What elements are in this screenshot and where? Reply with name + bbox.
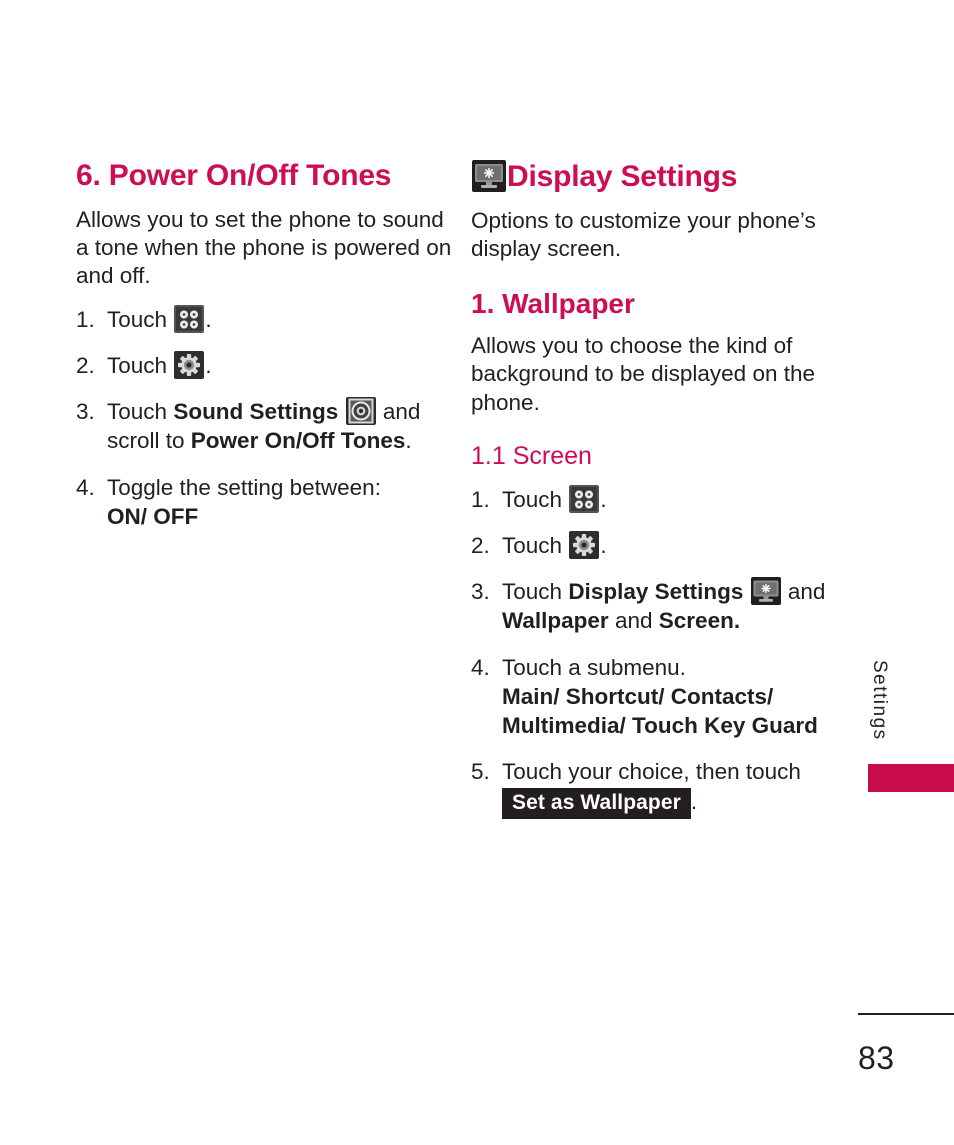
wallpaper-subheading: 1. Wallpaper <box>471 288 635 320</box>
left-intro-paragraph: Allows you to set the phone to sound a t… <box>76 206 452 289</box>
right-steps-list: 1. Touch . 2. Touch . 3. Touch Display S… <box>471 484 863 820</box>
right-section-heading-label: Display Settings <box>507 160 738 193</box>
right-step-2: 2. Touch . <box>471 530 863 560</box>
step-text: Touch <box>107 399 168 425</box>
step-number: 3. <box>471 579 490 605</box>
display-monitor-icon[interactable] <box>750 577 781 606</box>
step-bold-on-off: ON/ OFF <box>107 503 199 529</box>
page-number: 83 <box>858 1040 895 1076</box>
step-bold-sound-settings: Sound Settings <box>173 399 339 425</box>
step-number: 2. <box>471 532 490 558</box>
speaker-icon[interactable] <box>345 397 376 426</box>
right-step-5: 5. Touch your choice, then touch Set as … <box>471 757 863 820</box>
left-steps-list: 1. Touch . 2. Touch . 3. Touch Sound Set… <box>76 304 456 532</box>
step-text: Touch <box>107 352 168 378</box>
step-bold-display-settings: Display Settings <box>568 579 744 605</box>
step-text-after: . <box>600 532 607 558</box>
step-number: 4. <box>471 654 490 680</box>
left-step-1: 1. Touch . <box>76 304 456 334</box>
step-number: 5. <box>471 759 490 785</box>
manual-page: 6. Power On/Off Tones Allows you to set … <box>0 0 954 1145</box>
step-bold-submenu-options: Main/ Shortcut/ Contacts/ Multimedia/ To… <box>502 683 818 739</box>
step-text-mid: and <box>787 579 826 605</box>
left-step-3: 3. Touch Sound Settings and scroll to Po… <box>76 397 456 456</box>
left-section-heading: 6. Power On/Off Tones <box>76 159 392 192</box>
set-as-wallpaper-button[interactable]: Set as Wallpaper <box>502 787 691 820</box>
step-text: Touch a submenu. <box>502 654 686 680</box>
gear-icon[interactable] <box>174 350 205 379</box>
step-text-after: . <box>405 428 412 454</box>
screen-subsubheading: 1.1 Screen <box>471 442 592 471</box>
right-section-heading: Display Settings <box>471 160 863 193</box>
step-number: 4. <box>76 474 95 500</box>
menu-grid-icon[interactable] <box>569 484 600 513</box>
right-step-4: 4. Touch a submenu. Main/ Shortcut/ Cont… <box>471 653 863 741</box>
right-column: Display Settings Options to customize yo… <box>471 160 863 836</box>
step-text: Touch <box>502 579 563 605</box>
menu-grid-icon[interactable] <box>174 304 205 333</box>
step-text: Touch your choice, then touch <box>502 759 801 785</box>
right-step-1: 1. Touch . <box>471 484 863 514</box>
step-number: 2. <box>76 352 95 378</box>
step-text: Touch <box>502 532 563 558</box>
left-step-4: 4. Toggle the setting between: ON/ OFF <box>76 473 456 532</box>
step-text-mid-2: and <box>614 608 653 634</box>
right-step-3: 3. Touch Display Settings and Wallpaper … <box>471 577 863 636</box>
step-text: Touch <box>107 306 168 332</box>
left-step-2: 2. Touch . <box>76 350 456 380</box>
side-tab-marker <box>868 764 954 792</box>
step-text-after: . <box>205 352 212 378</box>
wallpaper-intro-paragraph: Allows you to choose the kind of backgro… <box>471 332 816 415</box>
left-column: 6. Power On/Off Tones Allows you to set … <box>76 160 456 548</box>
side-tab-label: Settings <box>869 660 890 741</box>
step-bold-power-on-off-tones: Power On/Off Tones <box>190 428 406 454</box>
step-number: 3. <box>76 399 95 425</box>
footer-rule <box>858 1013 954 1015</box>
step-text-after: . <box>205 306 212 332</box>
right-intro-paragraph: Options to customize your phone’s displa… <box>471 207 816 261</box>
step-number: 1. <box>471 486 490 512</box>
step-text-after: . <box>690 788 698 814</box>
step-text: Touch <box>502 486 563 512</box>
step-bold-wallpaper: Wallpaper <box>502 608 609 634</box>
gear-icon[interactable] <box>569 530 600 559</box>
display-monitor-icon <box>472 160 506 192</box>
step-text-after: . <box>600 486 607 512</box>
step-text: Toggle the setting between: <box>107 474 381 500</box>
step-number: 1. <box>76 306 95 332</box>
step-bold-screen: Screen. <box>658 608 741 634</box>
